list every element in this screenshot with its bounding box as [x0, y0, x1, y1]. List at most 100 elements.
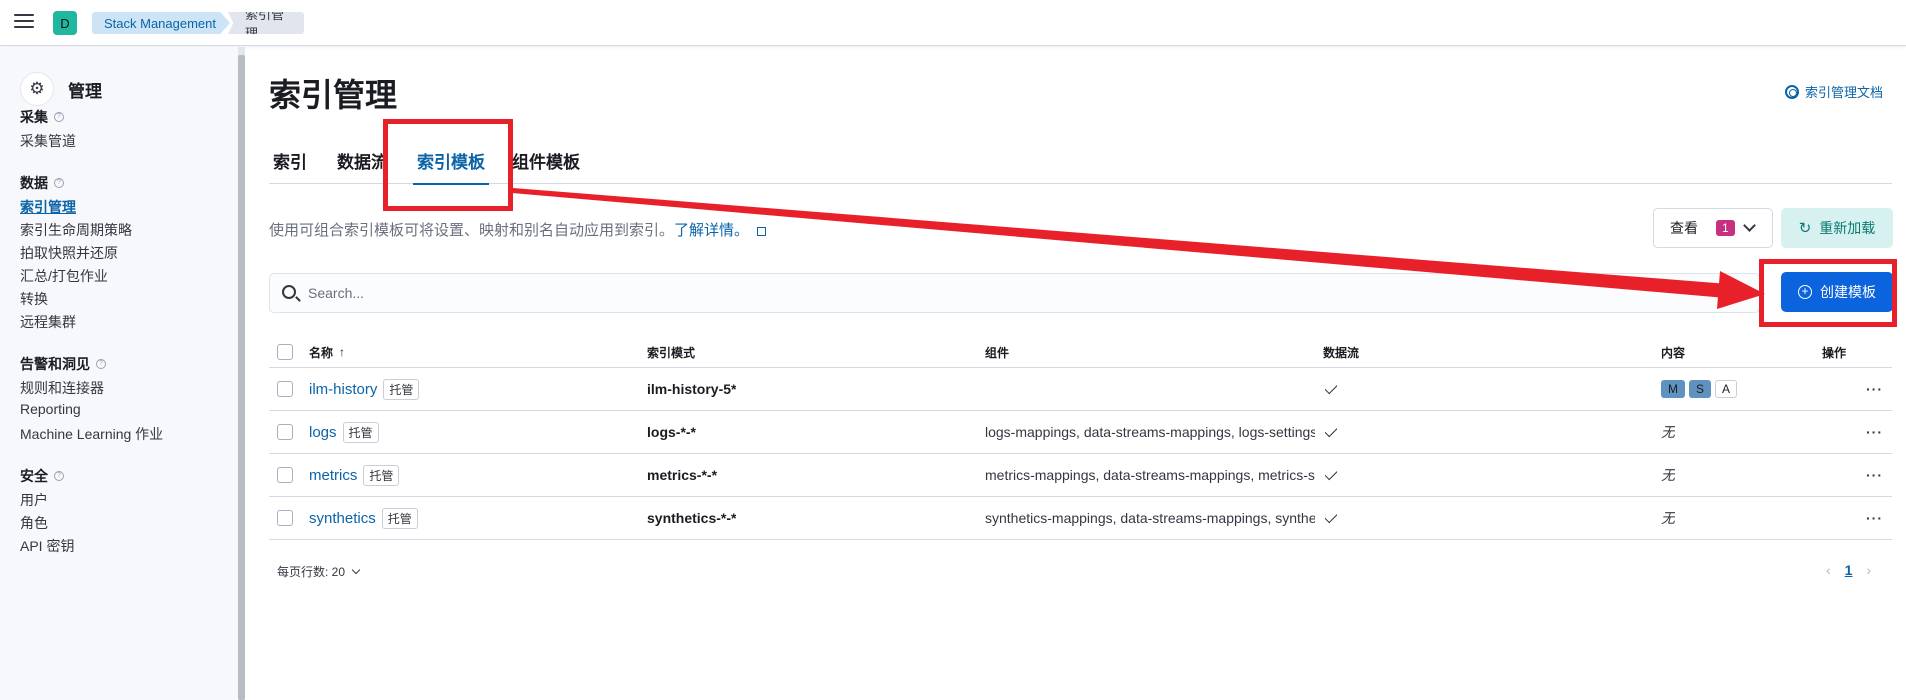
table-row: logs 托管 logs-*-* logs-mappings, data-str… [269, 411, 1892, 454]
template-name-link[interactable]: ilm-history [309, 381, 377, 398]
group-title-label: 安全 [20, 468, 48, 484]
sort-ascending-icon: ↑ [339, 345, 346, 359]
sidebar-item-rules-connectors[interactable]: 规则和连接器 [20, 378, 104, 398]
sidebar-item-rollup-jobs[interactable]: 汇总/打包作业 [20, 266, 108, 286]
row-checkbox[interactable] [277, 510, 293, 526]
help-icon[interactable]: ? [54, 471, 64, 481]
column-header-data-stream: 数据流 [1323, 345, 1360, 360]
sidebar-item-transforms[interactable]: 转换 [20, 289, 48, 309]
sidebar-item-snapshot-restore[interactable]: 拍取快照并还原 [20, 243, 118, 263]
sidebar-item-ml-jobs[interactable]: Machine Learning 作业 [20, 424, 163, 444]
column-header-index-pattern: 索引模式 [647, 345, 696, 360]
row-checkbox[interactable] [277, 424, 293, 440]
chevron-left-icon[interactable]: ‹ [1826, 562, 1831, 578]
sidebar-item-users[interactable]: 用户 [20, 490, 48, 510]
mappings-badge: M [1661, 380, 1685, 398]
components-cell [985, 368, 1315, 410]
learn-more-link[interactable]: 了解详情。 [674, 222, 749, 239]
view-filter-button[interactable]: 查看 1 [1653, 208, 1773, 248]
top-header-bar: D Stack Management 索引管理 [0, 0, 1906, 46]
managed-badge: 托管 [363, 464, 400, 486]
help-icon[interactable]: ? [54, 178, 64, 188]
content-cell: M S A [1661, 368, 1741, 410]
data-stream-cell [1325, 411, 1337, 453]
row-select-cell [277, 368, 293, 410]
rows-per-page-label: 每页行数: 20 [277, 565, 346, 579]
select-all-checkbox[interactable] [277, 344, 293, 360]
annotation-highlight-tab [383, 119, 513, 211]
actions-cell: ··· [1866, 368, 1883, 410]
check-icon [1325, 509, 1337, 523]
check-icon [1325, 380, 1337, 394]
search-input[interactable] [308, 274, 1748, 312]
name-cell: ilm-history 托管 [309, 368, 420, 410]
sidebar-scrollbar[interactable] [238, 47, 245, 700]
table-row: metrics 托管 metrics-*-* metrics-mappings,… [269, 454, 1892, 497]
sidebar-group-data: 数据 ? [20, 173, 64, 193]
page-title: 索引管理 [269, 77, 398, 113]
select-all-cell [277, 337, 293, 367]
templates-table: 名称 ↑ 索引模式 组件 数据流 内容 操作 ilm-history 托管 il… [269, 337, 1892, 540]
content-cell: 无 [1661, 424, 1675, 440]
name-cell: synthetics 托管 [309, 497, 418, 539]
table-row: synthetics 托管 synthetics-*-* synthetics-… [269, 497, 1892, 540]
check-icon [1325, 423, 1337, 437]
refresh-icon: ↻ [1798, 220, 1812, 237]
index-pattern-cell: logs-*-* [647, 424, 696, 440]
docs-link[interactable]: 索引管理文档 [1784, 82, 1883, 101]
scrollbar-thumb[interactable] [238, 55, 245, 700]
space-avatar[interactable]: D [53, 11, 77, 35]
sidebar-item-remote-clusters[interactable]: 远程集群 [20, 312, 76, 332]
sidebar-title: 管理 [68, 81, 102, 101]
sidebar-item-reporting[interactable]: Reporting [20, 401, 81, 417]
template-name-link[interactable]: logs [309, 424, 337, 441]
help-lifebuoy-icon [1784, 84, 1799, 99]
annotation-highlight-create-button [1759, 259, 1897, 327]
actions-cell: ··· [1866, 497, 1883, 539]
template-name-link[interactable]: metrics [309, 467, 357, 484]
template-name-link[interactable]: synthetics [309, 510, 376, 527]
chevron-right-icon[interactable]: › [1866, 562, 1871, 578]
sidebar-item-ingest-pipelines[interactable]: 采集管道 [20, 131, 76, 151]
name-cell: metrics 托管 [309, 454, 400, 496]
more-actions-icon[interactable]: ··· [1866, 510, 1883, 526]
sidebar-item-ilm-policies[interactable]: 索引生命周期策略 [20, 220, 132, 240]
breadcrumb-stack-management[interactable]: Stack Management [92, 12, 230, 34]
tab-indices[interactable]: 索引 [273, 148, 307, 184]
more-actions-icon[interactable]: ··· [1866, 381, 1883, 397]
data-stream-cell [1325, 368, 1337, 410]
page-number[interactable]: 1 [1845, 562, 1853, 578]
row-checkbox[interactable] [277, 381, 293, 397]
sidebar-group-alerts-insights: 告警和洞见 ? [20, 354, 106, 374]
page-description: 使用可组合索引模板可将设置、映射和别名自动应用到索引。了解详情。 [269, 219, 767, 240]
index-pattern-cell: metrics-*-* [647, 467, 718, 483]
search-icon [282, 285, 296, 299]
tab-data-streams[interactable]: 数据流 [337, 148, 388, 184]
reload-button[interactable]: ↻ 重新加载 [1781, 208, 1893, 248]
managed-badge: 托管 [383, 378, 420, 400]
breadcrumb-current: 索引管理 [228, 12, 304, 34]
help-icon[interactable]: ? [54, 112, 64, 122]
tab-component-templates[interactable]: 组件模板 [512, 148, 580, 184]
sidebar-group-security: 安全 ? [20, 466, 64, 486]
rows-per-page-selector[interactable]: 每页行数: 20 [277, 563, 361, 580]
managed-badge: 托管 [381, 507, 418, 529]
components-cell: synthetics-mappings, data-streams-mappin… [985, 510, 1315, 526]
external-link-icon [757, 227, 767, 236]
column-header-name[interactable]: 名称 ↑ [309, 337, 345, 367]
managed-badge: 托管 [342, 421, 379, 443]
sidebar-item-index-management[interactable]: 索引管理 [20, 197, 76, 217]
row-select-cell [277, 497, 293, 539]
menu-icon[interactable] [14, 14, 34, 30]
more-actions-icon[interactable]: ··· [1866, 424, 1883, 440]
row-checkbox[interactable] [277, 467, 293, 483]
sidebar-item-api-keys[interactable]: API 密钥 [20, 536, 74, 556]
gear-icon: ⚙ [20, 72, 54, 106]
content-cell: 无 [1661, 510, 1675, 526]
sidebar-item-roles[interactable]: 角色 [20, 513, 48, 533]
column-header-content: 内容 [1661, 345, 1686, 360]
group-title-label: 采集 [20, 109, 48, 125]
actions-cell: ··· [1866, 454, 1883, 496]
help-icon[interactable]: ? [96, 359, 106, 369]
more-actions-icon[interactable]: ··· [1866, 467, 1883, 483]
